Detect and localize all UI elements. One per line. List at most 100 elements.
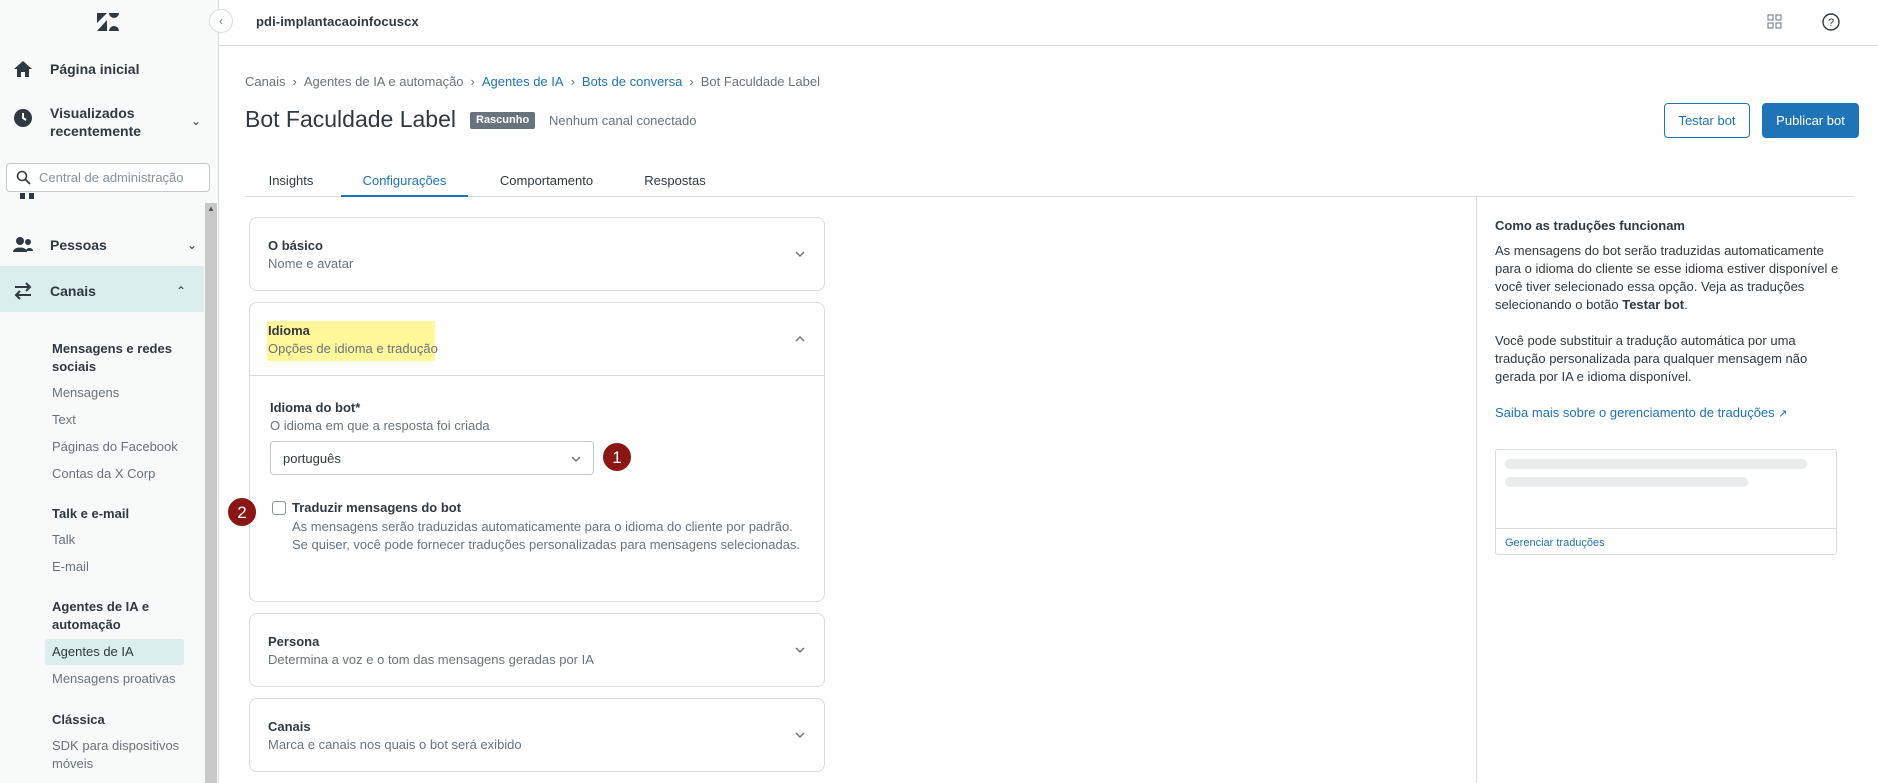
breadcrumb-channels[interactable]: Canais (245, 74, 285, 89)
bot-language-select[interactable]: português (270, 441, 594, 475)
card-channels-subtitle: Marca e canais nos quais o bot será exib… (268, 737, 522, 752)
section-heading-ai-agents: Agentes de IA e automação (52, 599, 150, 632)
chevron-down-icon: ⌄ (190, 114, 201, 128)
card-language-title: Idioma (268, 323, 310, 338)
scroll-up-arrow-icon[interactable]: ▲ (205, 204, 217, 213)
bot-language-value: português (283, 451, 341, 466)
chevron-right-icon: › (570, 74, 575, 89)
help-p1-bold: Testar bot (1622, 297, 1685, 312)
breadcrumb-current: Bot Faculdade Label (700, 74, 820, 89)
chevron-right-icon: › (689, 74, 694, 89)
chevron-right-icon: › (292, 74, 297, 89)
nav-people-label: Pessoas (50, 237, 107, 253)
sidebar-scrollbar[interactable] (205, 203, 217, 783)
partial-nav-icon (20, 193, 35, 203)
translation-help-panel: Como as traduções funcionam As mensagens… (1476, 197, 1878, 783)
translations-preview-box: Gerenciar traduções (1495, 449, 1837, 555)
tab-bar: Insights Configurações Comportamento Res… (245, 164, 1853, 197)
home-icon (14, 61, 32, 77)
card-persona-subtitle: Determina a voz e o tom das mensagens ge… (268, 652, 594, 667)
loading-skeleton (1505, 459, 1807, 469)
status-badge: Rascunho (470, 112, 536, 129)
sidebar-link-messages[interactable]: Mensagens (52, 384, 119, 402)
sidebar-link-x-corp[interactable]: Contas da X Corp (52, 465, 155, 483)
chevron-up-icon: ⌃ (175, 284, 186, 298)
breadcrumb-ai-automation[interactable]: Agentes de IA e automação (304, 74, 464, 89)
card-language-subtitle: Opções de idioma e tradução (268, 341, 438, 356)
card-divider (250, 375, 824, 376)
breadcrumb-ai-agents[interactable]: Agentes de IA (482, 74, 564, 89)
chevron-down-icon: ⌄ (186, 238, 197, 252)
breadcrumb-conversation-bots[interactable]: Bots de conversa (582, 74, 682, 89)
zendesk-logo-icon[interactable] (96, 12, 120, 32)
test-bot-button[interactable]: Testar bot (1664, 103, 1750, 138)
tab-settings[interactable]: Configurações (341, 164, 468, 197)
learn-more-link[interactable]: Saiba mais sobre o gerenciamento de trad… (1495, 405, 1788, 420)
step-badge-2: 2 (227, 497, 257, 527)
card-persona-title: Persona (268, 634, 320, 649)
section-heading-talk-email: Talk e e-mail (52, 506, 130, 521)
sidebar-link-facebook[interactable]: Páginas do Facebook (52, 438, 178, 456)
collapse-sidebar-button[interactable]: ‹ (209, 9, 233, 33)
translate-checkbox[interactable] (272, 501, 286, 515)
chevron-down-icon[interactable] (794, 729, 806, 741)
nav-home-label: Página inicial (50, 61, 140, 77)
card-persona[interactable]: Persona Determina a voz e o tom das mens… (249, 613, 825, 687)
nav-recent[interactable]: Visualizados recentemente ⌄ (0, 104, 219, 140)
translate-label[interactable]: Traduzir mensagens do bot (292, 500, 461, 515)
chevron-down-icon[interactable] (794, 248, 806, 260)
learn-more-link-text: Saiba mais sobre o gerenciamento de trad… (1495, 405, 1775, 420)
chevron-left-icon: ‹ (219, 14, 223, 28)
card-basic-subtitle: Nome e avatar (268, 256, 354, 271)
sidebar-link-ai-agents[interactable]: Agentes de IA (52, 643, 134, 661)
card-channels-title: Canais (268, 719, 311, 734)
page-title: Bot Faculdade Label (245, 106, 456, 132)
nav-channels[interactable]: Canais ⌃ (0, 280, 204, 302)
nav-people[interactable]: Pessoas ⌄ (0, 234, 219, 256)
sidebar-link-mobile-sdk[interactable]: SDK para dispositivos móveis (52, 737, 182, 773)
channel-status: Nenhum canal conectado (549, 113, 697, 128)
chevron-down-icon (571, 456, 581, 462)
people-icon (13, 237, 33, 252)
manage-translations-link[interactable]: Gerenciar traduções (1505, 537, 1605, 549)
nav-channels-label: Canais (50, 283, 96, 299)
admin-search[interactable] (6, 163, 210, 192)
apps-grid-icon[interactable] (1767, 14, 1783, 30)
sidebar-link-talk[interactable]: Talk (52, 531, 75, 549)
bot-language-label: Idioma do bot* (270, 400, 361, 415)
help-panel-paragraph-2: Você pode substituir a tradução automáti… (1495, 333, 1808, 384)
chevron-down-icon[interactable] (794, 644, 806, 656)
card-basic[interactable]: O básico Nome e avatar (249, 217, 825, 291)
help-icon[interactable]: ? (1822, 13, 1840, 31)
external-link-icon: ↗ (1778, 408, 1788, 420)
tab-responses[interactable]: Respostas (629, 164, 721, 197)
preview-box-footer: Gerenciar traduções (1496, 528, 1836, 555)
step-badge-1: 1 (602, 442, 632, 472)
sidebar: Página inicial Visualizados recentemente… (0, 0, 219, 783)
topbar: pdi-implantacaoinfocuscx ? (219, 0, 1878, 46)
breadcrumb: Canais › Agentes de IA e automação › Agent… (245, 74, 820, 89)
chevron-right-icon: › (470, 74, 475, 89)
admin-search-input[interactable] (39, 168, 204, 187)
arrows-exchange-icon (14, 282, 32, 300)
translate-description: As mensagens serão traduzidas automatica… (292, 519, 801, 552)
clock-icon (14, 109, 32, 127)
sidebar-link-email[interactable]: E-mail (52, 558, 89, 576)
chevron-up-icon[interactable] (794, 333, 806, 345)
nav-home[interactable]: Página inicial (0, 58, 219, 80)
sidebar-link-text[interactable]: Text (52, 411, 76, 429)
tab-behavior[interactable]: Comportamento (488, 164, 605, 197)
card-channels[interactable]: Canais Marca e canais nos quais o bot se… (249, 698, 825, 772)
section-heading-classic: Clássica (52, 712, 105, 727)
section-heading-messaging: Mensagens e redes sociais (52, 341, 172, 374)
sidebar-link-proactive[interactable]: Mensagens proativas (52, 670, 176, 688)
tab-insights[interactable]: Insights (253, 164, 329, 197)
publish-bot-button[interactable]: Publicar bot (1762, 103, 1859, 138)
help-panel-paragraph-1: As mensagens do bot serão traduzidas aut… (1495, 242, 1847, 314)
help-p1-end: . (1684, 297, 1688, 312)
account-subdomain: pdi-implantacaoinfocuscx (256, 14, 419, 29)
svg-text:?: ? (1828, 17, 1834, 29)
help-panel-title: Como as traduções funcionam (1495, 218, 1685, 233)
bot-language-hint: O idioma em que a resposta foi criada (270, 418, 490, 433)
loading-skeleton (1505, 477, 1748, 487)
